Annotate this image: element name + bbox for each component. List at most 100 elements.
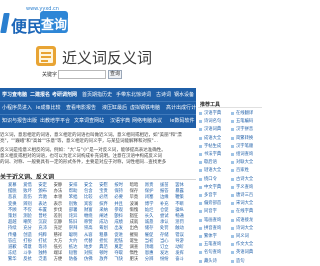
word-link[interactable]: 动听 <box>175 244 184 250</box>
word-link[interactable]: 奔驰 <box>38 194 47 200</box>
word-link[interactable]: 成功 <box>99 219 108 225</box>
word-link[interactable]: 胆怯 <box>114 238 123 244</box>
sidebar-link[interactable]: 百家姓 <box>230 167 262 175</box>
word-link[interactable]: 操纵 <box>175 207 184 213</box>
word-link[interactable]: 参观 <box>114 207 123 213</box>
word-link[interactable]: 不断 <box>175 201 184 207</box>
word-link[interactable]: 发达 <box>160 250 169 256</box>
nav-item[interactable]: 古诗词 <box>156 90 171 100</box>
nav-item[interactable]: 知识与报告出版 <box>2 116 37 126</box>
word-link[interactable]: 道歉 <box>8 244 17 250</box>
word-link[interactable]: 闭塞 <box>145 194 154 200</box>
word-link[interactable]: 调查 <box>130 244 139 250</box>
word-link[interactable]: 保存 <box>130 188 139 194</box>
word-link[interactable]: 仿佛 <box>84 256 93 262</box>
sidebar-link[interactable]: 成语大全 <box>198 135 230 143</box>
word-link[interactable]: 布置 <box>38 207 47 213</box>
word-link[interactable]: 缠绕 <box>84 213 93 219</box>
sidebar-link[interactable]: 书法字典 <box>198 151 230 159</box>
word-link[interactable]: 催促 <box>145 232 154 238</box>
word-link[interactable]: 导游 <box>175 238 184 244</box>
word-link[interactable]: 惩罚 <box>175 219 184 225</box>
word-link[interactable]: 必然 <box>99 194 108 200</box>
word-link[interactable]: 慈祥 <box>54 232 63 238</box>
word-link[interactable]: 惰性 <box>130 250 139 256</box>
word-link[interactable]: 称赞 <box>84 219 93 225</box>
word-link[interactable]: 保持 <box>114 188 123 194</box>
sidebar-link[interactable]: 唐诗三百 <box>230 192 262 200</box>
word-link[interactable]: 沉寂 <box>38 219 47 225</box>
word-link[interactable]: 笨拙 <box>69 194 78 200</box>
word-link[interactable]: 充足 <box>54 225 63 231</box>
nav-item[interactable]: ie成像比较 <box>36 103 60 113</box>
word-link[interactable]: 储存 <box>145 225 154 231</box>
sidebar-link[interactable]: 汉字笔顺 <box>230 143 262 151</box>
word-link[interactable]: 放弃 <box>99 256 108 262</box>
word-link[interactable]: 安排 <box>69 182 78 188</box>
word-link[interactable]: 仓促 <box>160 207 169 213</box>
word-link[interactable]: 尝试 <box>160 213 169 219</box>
word-link[interactable]: 灿烂 <box>145 207 154 213</box>
word-link[interactable]: 奋斗 <box>175 256 184 262</box>
word-link[interactable]: 成就 <box>130 219 139 225</box>
word-link[interactable]: 崇高 <box>84 225 93 231</box>
sidebar-link[interactable]: 在线翻译 <box>230 110 262 118</box>
word-link[interactable]: 帮助 <box>69 188 78 194</box>
sidebar-link[interactable]: 拼音查询 <box>198 225 230 233</box>
word-link[interactable]: 错误 <box>175 232 184 238</box>
nav-item[interactable]: 出教培学平合 <box>40 116 70 126</box>
word-link[interactable]: 筹划 <box>99 225 108 231</box>
sidebar-link[interactable]: 五笔编码 <box>230 118 262 126</box>
word-link[interactable]: 报答 <box>160 188 169 194</box>
nav-item[interactable]: ie数码软件 <box>170 116 194 126</box>
word-link[interactable]: 陈旧 <box>69 219 78 225</box>
word-link[interactable]: 充沛 <box>38 225 47 231</box>
word-link[interactable]: 低劣 <box>54 244 63 250</box>
word-link[interactable]: 惭愧 <box>130 207 139 213</box>
sidebar-link[interactable]: 笔画查询 <box>198 217 230 225</box>
word-link[interactable]: 摆脱 <box>8 188 17 194</box>
word-link[interactable]: 安静 <box>54 182 63 188</box>
sidebar-link[interactable]: 古诗大全 <box>230 176 262 184</box>
site-logo[interactable]: www.yyxd.cn 便民 查询网 <box>0 2 80 38</box>
word-link[interactable]: 罢休 <box>175 182 184 188</box>
word-link[interactable]: 诞生 <box>130 238 139 244</box>
word-link[interactable]: 比较 <box>84 194 93 200</box>
nav-item[interactable]: 钢水设备 <box>174 90 194 100</box>
word-link[interactable]: 斗争 <box>23 250 32 256</box>
sidebar-link[interactable]: 在线字典 <box>230 208 262 216</box>
sidebar-link[interactable]: 简繁转换 <box>230 135 262 143</box>
word-link[interactable]: 畅通 <box>175 213 184 219</box>
word-link[interactable]: 诧异 <box>69 213 78 219</box>
word-link[interactable]: 聪明 <box>69 232 78 238</box>
word-link[interactable]: 充分 <box>23 225 32 231</box>
nav-item[interactable]: 文章词查网站 <box>74 116 104 126</box>
word-link[interactable]: 当心 <box>160 238 169 244</box>
word-link[interactable]: 必要 <box>114 194 123 200</box>
word-link[interactable]: 保护 <box>145 188 154 194</box>
word-link[interactable]: 大约 <box>69 238 78 244</box>
sidebar-link[interactable]: 歇后语 <box>198 159 230 167</box>
sidebar-link[interactable]: 作文大全 <box>230 241 262 249</box>
sidebar-link[interactable]: 中文字典 <box>198 184 230 192</box>
sidebar-link[interactable]: 组词查询 <box>230 151 262 159</box>
word-link[interactable]: 抵达 <box>69 244 78 250</box>
word-link[interactable]: 存储 <box>160 232 169 238</box>
word-link[interactable]: 方便 <box>54 256 63 262</box>
word-link[interactable]: 按时 <box>114 182 123 188</box>
word-link[interactable]: 促进 <box>114 232 123 238</box>
word-link[interactable]: 表达 <box>38 201 47 207</box>
search-button[interactable]: 查询 <box>108 70 122 79</box>
word-link[interactable]: 地步 <box>84 244 93 250</box>
sidebar-link[interactable]: 诗词名句 <box>198 118 230 126</box>
nav-item[interactable]: 液压缸最后 <box>102 103 127 113</box>
word-link[interactable]: 爱惜 <box>23 182 32 188</box>
word-link[interactable]: 策划 <box>8 213 17 219</box>
word-link[interactable]: 曾经 <box>38 213 47 219</box>
sidebar-link[interactable]: 宋词大全 <box>230 200 262 208</box>
word-link[interactable]: 博学 <box>145 201 154 207</box>
word-link[interactable]: 顿时 <box>99 250 108 256</box>
word-link[interactable]: 差别 <box>54 213 63 219</box>
word-link[interactable]: 暗暗 <box>130 182 139 188</box>
sidebar-link[interactable]: 字义查询 <box>230 184 262 192</box>
